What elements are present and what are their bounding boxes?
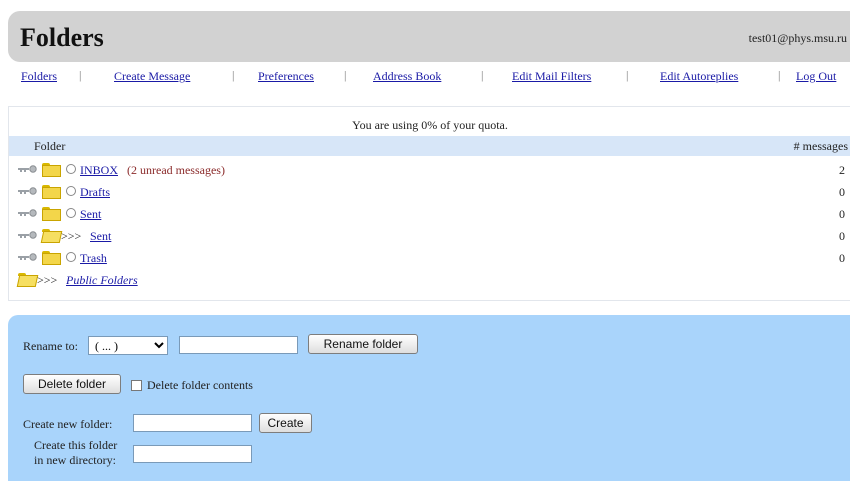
nav-separator: | — [344, 68, 347, 82]
nav-create-message-link[interactable]: Create Message — [114, 69, 190, 84]
page-header: Folders test01@phys.msu.ru — [8, 11, 850, 62]
quota-text: You are using 0% of your quota. — [352, 118, 508, 132]
nav-address-book-link[interactable]: Address Book — [373, 69, 441, 84]
nav-separator: | — [778, 68, 781, 82]
main-nav: Folders | Create Message | Preferences |… — [21, 68, 850, 89]
folder-select-radio[interactable] — [66, 186, 76, 196]
delete-contents-label: Delete folder contents — [147, 378, 253, 392]
folder-link-inbox[interactable]: INBOX — [80, 163, 118, 178]
delete-folder-button[interactable]: Delete folder — [23, 374, 121, 394]
folder-link-public-folders[interactable]: Public Folders — [66, 273, 138, 288]
key-icon — [18, 209, 37, 217]
folder-row-inbox: INBOX (2 unread messages) 2 — [9, 160, 850, 180]
folder-select-radio[interactable] — [66, 208, 76, 218]
rename-label: Rename to: — [23, 339, 78, 353]
folder-icon — [42, 207, 61, 221]
create-dir-label-line2: in new directory: — [34, 453, 116, 467]
unread-count-note: (2 unread messages) — [127, 163, 225, 177]
rename-target-select[interactable]: ( ... ) — [88, 336, 168, 355]
folder-row-sent: Sent 0 — [9, 204, 850, 224]
folder-select-radio[interactable] — [66, 164, 76, 174]
folder-row-sent-directory: >>> Sent 0 — [9, 226, 850, 246]
folder-link-sent[interactable]: Sent — [80, 207, 101, 222]
user-email: test01@phys.msu.ru — [748, 31, 847, 45]
nav-preferences-link[interactable]: Preferences — [258, 69, 314, 84]
folder-table-header: Folder # messages — [9, 136, 850, 156]
folder-select-radio[interactable] — [66, 252, 76, 262]
key-icon — [18, 231, 37, 239]
message-count: 0 — [839, 251, 845, 265]
nav-log-out-link[interactable]: Log Out — [796, 69, 836, 84]
page-title: Folders — [20, 23, 104, 52]
nav-edit-autoreplies-link[interactable]: Edit Autoreplies — [660, 69, 738, 84]
message-count: 0 — [839, 185, 845, 199]
folder-list-panel: You are using 0% of your quota. Folder #… — [8, 106, 850, 301]
nav-separator: | — [79, 68, 82, 82]
nav-separator: | — [232, 68, 235, 82]
nav-folders-link[interactable]: Folders — [21, 69, 57, 84]
folder-icon — [42, 163, 61, 177]
message-count: 0 — [839, 229, 845, 243]
folder-row-public-folders: >>> Public Folders — [9, 270, 850, 290]
create-dir-input[interactable] — [133, 445, 252, 463]
message-count: 0 — [839, 207, 845, 221]
nav-separator: | — [626, 68, 629, 82]
create-folder-button[interactable]: Create — [259, 413, 312, 433]
rename-folder-button[interactable]: Rename folder — [308, 334, 418, 354]
subfolder-prefix: >>> — [37, 273, 58, 287]
delete-contents-checkbox[interactable] — [131, 380, 142, 391]
create-dir-label-line1: Create this folder — [34, 438, 118, 452]
messages-column-header: # messages — [793, 139, 848, 153]
folder-icon — [42, 251, 61, 265]
create-folder-label: Create new folder: — [23, 417, 113, 431]
folder-link-drafts[interactable]: Drafts — [80, 185, 110, 200]
folder-open-icon — [16, 273, 39, 287]
message-count: 2 — [839, 163, 845, 177]
rename-input[interactable] — [179, 336, 298, 354]
key-icon — [18, 187, 37, 195]
folder-link-sent-directory[interactable]: Sent — [90, 229, 111, 244]
folder-row-drafts: Drafts 0 — [9, 182, 850, 202]
nav-edit-mail-filters-link[interactable]: Edit Mail Filters — [512, 69, 591, 84]
folder-link-trash[interactable]: Trash — [80, 251, 107, 266]
key-icon — [18, 253, 37, 261]
subfolder-prefix: >>> — [61, 229, 82, 243]
folder-row-trash: Trash 0 — [9, 248, 850, 268]
folder-actions-panel: Rename to: ( ... ) Rename folder Delete … — [8, 315, 850, 481]
folder-open-icon — [40, 229, 63, 243]
nav-separator: | — [481, 68, 484, 82]
create-folder-input[interactable] — [133, 414, 252, 432]
folder-icon — [42, 185, 61, 199]
key-icon — [18, 165, 37, 173]
folder-column-header: Folder — [34, 139, 66, 153]
